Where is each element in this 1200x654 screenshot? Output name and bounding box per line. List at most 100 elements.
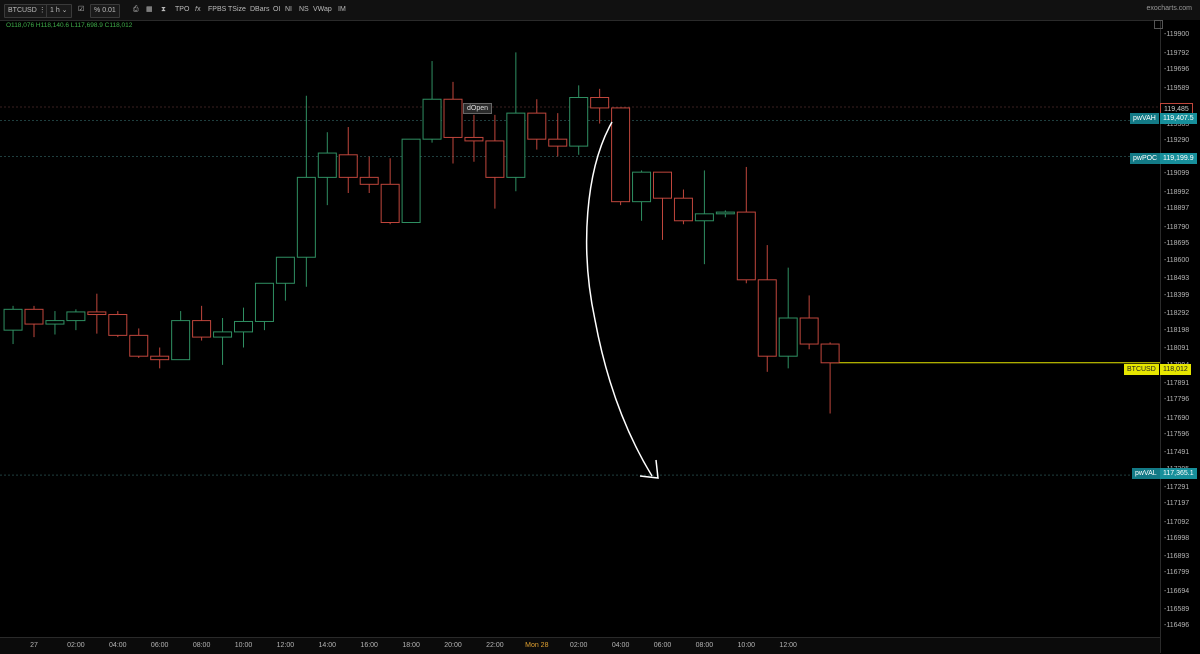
price-tick-label: -119900 (1164, 31, 1190, 38)
time-tick-label: 04:00 (611, 642, 630, 649)
candle-down (359, 176, 379, 185)
time-tick-label: 27 (30, 642, 38, 649)
candle-up (45, 320, 65, 325)
toolbar-item-tsize[interactable]: TSize (228, 4, 246, 16)
candle-up (234, 320, 253, 333)
current-price-tag: 118,012 (1160, 364, 1191, 375)
calendar-icon[interactable]: ▦ (146, 4, 153, 16)
price-tick-label: -118600 (1164, 256, 1190, 264)
price-tick-label: -116998 (1164, 534, 1190, 542)
price-tick-label: -119792 (1164, 49, 1190, 57)
toolbar-item-dbars[interactable]: DBars (250, 4, 269, 16)
price-tick-label: -118992 (1164, 188, 1190, 196)
price-tick-label: -117690 (1164, 414, 1190, 422)
symbol-label: BTCUSD (8, 7, 37, 14)
candle-up (213, 331, 233, 338)
camera-icon[interactable]: ⎙ (133, 4, 139, 16)
candle-up (296, 176, 316, 258)
time-tick-label: 12:00 (276, 642, 295, 649)
toolbar: BTCUSD ⋮ 1 h ⌄ ☑ % 0.01 ⎙ ▦ ⧗ TPO 𝑓x FPB… (0, 0, 1200, 21)
time-tick-label: 18:00 (402, 642, 420, 649)
pwvah-price-tag: 119,407.5 (1160, 113, 1197, 124)
price-tick-label: -118292 (1164, 310, 1190, 318)
time-tick-label: 02:00 (67, 642, 85, 649)
candle-down (548, 138, 568, 147)
candle-down (192, 320, 212, 338)
candle-down (443, 98, 463, 138)
fx-icon[interactable]: 𝑓x (195, 4, 201, 16)
price-tick-label: -118790 (1164, 223, 1190, 231)
price-tick-label: -118493 (1164, 275, 1190, 283)
time-tick-label: 10:00 (234, 642, 253, 649)
price-tick-label: -116694 (1164, 587, 1190, 595)
price-tick-label: -117291 (1164, 483, 1190, 491)
price-tick-label: -118198 (1164, 326, 1190, 334)
checkbox-icon[interactable]: ☑ (78, 4, 84, 16)
candle-down (736, 211, 756, 281)
tick-size-value: 0.01 (102, 7, 116, 14)
candle-down (653, 171, 672, 199)
time-axis[interactable]: 27 02:00 04:00 06:00 08:00 10:00 12:00 14:00 16:… (0, 637, 1160, 654)
candle-up (569, 97, 589, 147)
price-tick-label: -118091 (1164, 345, 1190, 353)
candle-up (275, 256, 295, 284)
candle-down (799, 317, 819, 345)
candle-down (673, 197, 693, 222)
price-tick-label: -117596 (1164, 431, 1190, 439)
price-tick-label: -118695 (1164, 240, 1190, 248)
price-tick-label: -119290 (1164, 136, 1190, 144)
toolbar-item-vwap[interactable]: VWap (313, 4, 332, 16)
candle-icon[interactable]: ⧗ (161, 4, 166, 16)
symbol-selector[interactable]: BTCUSD ⋮ (4, 4, 50, 18)
time-tick-label: 08:00 (192, 642, 211, 649)
timeframe-label: 1 h (50, 7, 60, 14)
candle-down (820, 343, 840, 364)
price-tick-label: -117197 (1164, 500, 1190, 508)
candle-up (171, 320, 191, 361)
price-tick-label: -118399 (1164, 291, 1190, 299)
price-tick-label: -117092 (1164, 518, 1190, 526)
settings-icon[interactable] (1154, 20, 1163, 29)
pwval-price-tag: 117,365.1 (1160, 468, 1197, 479)
time-tick-label: 06:00 (653, 642, 672, 649)
toolbar-item-fpbs[interactable]: FPBS (208, 4, 226, 16)
tick-size-field[interactable]: % 0.01 (90, 4, 120, 18)
candle-down (527, 112, 547, 140)
candle-down (590, 97, 610, 109)
toolbar-item-ns[interactable]: NS (299, 4, 309, 16)
price-tick-label: -116799 (1164, 569, 1190, 577)
candle-up (778, 317, 798, 357)
toolbar-item-im[interactable]: IM (338, 4, 346, 16)
price-tick-label: -116589 (1164, 605, 1190, 613)
time-tick-label: Mon 28 (525, 642, 549, 649)
price-tick-label: -119696 (1164, 66, 1190, 74)
toolbar-item-oi[interactable]: OI (273, 4, 280, 16)
candle-up (422, 98, 442, 140)
time-tick-label: 02:00 (569, 642, 588, 649)
chart-plot[interactable] (0, 20, 1160, 637)
pwvah-name-tag: pwVAH (1130, 113, 1159, 124)
percent-label: % (94, 7, 101, 14)
price-tick-label: -118897 (1164, 205, 1190, 213)
price-tick-label: -116893 (1164, 553, 1190, 561)
time-tick-label: 20:00 (444, 642, 462, 649)
time-tick-label: 06:00 (150, 642, 169, 649)
pwval-name-tag: pwVAL (1132, 468, 1160, 479)
timeframe-selector[interactable]: 1 h ⌄ (46, 4, 72, 18)
toolbar-item-tpo[interactable]: TPO (175, 4, 189, 16)
candle-down (108, 314, 128, 336)
time-tick-label: 08:00 (695, 642, 714, 649)
price-tick-label: -119589 (1164, 84, 1190, 92)
toolbar-item-ni[interactable]: NI (285, 4, 292, 16)
time-tick-label: 14:00 (318, 642, 337, 649)
price-tick-label: -117891 (1164, 379, 1190, 387)
candle-up (3, 308, 23, 331)
candle-down (485, 140, 505, 178)
candle-down (464, 136, 484, 142)
price-tick-label: -119099 (1164, 170, 1190, 178)
candle-down (611, 107, 631, 203)
time-tick-label: 16:00 (360, 642, 378, 649)
candle-down (150, 355, 170, 361)
time-tick-label: 12:00 (779, 642, 797, 649)
current-symbol-tag: BTCUSD (1124, 364, 1159, 375)
